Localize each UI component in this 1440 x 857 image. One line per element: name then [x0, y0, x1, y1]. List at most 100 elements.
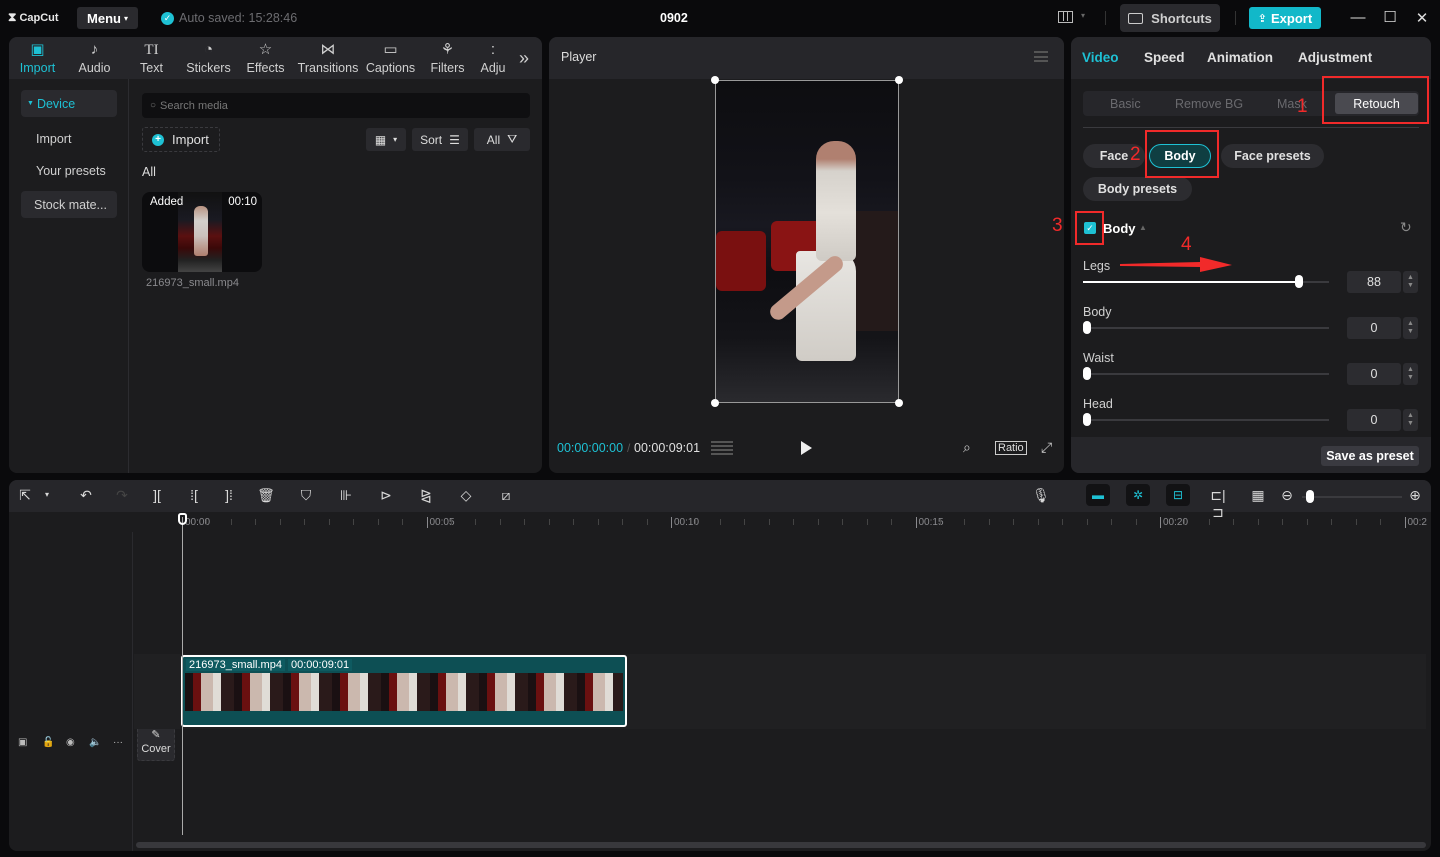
rotate-icon[interactable]: ◇ [456, 487, 476, 504]
resize-handle[interactable] [711, 399, 719, 407]
main-track-magnet-icon[interactable]: ▬ [1086, 484, 1110, 506]
reverse-icon[interactable]: ⊳ [376, 487, 396, 504]
horizontal-scrollbar[interactable] [136, 842, 1426, 848]
minimize-icon[interactable]: — [1348, 9, 1368, 26]
zoom-out-icon[interactable]: ⊖ [1277, 487, 1297, 504]
tab-stickers[interactable]: ◔ Stickers [180, 37, 237, 79]
export-button[interactable]: ⇪ Export [1249, 7, 1321, 29]
slider-value-input[interactable]: 88 [1347, 271, 1401, 293]
media-item[interactable]: Added 00:10 [142, 192, 262, 272]
fullscreen-icon[interactable]: ⤢ [1041, 439, 1052, 456]
filter-button[interactable]: All ⛛ [474, 128, 530, 151]
tab-adjustment[interactable]: Adjustment [1298, 50, 1372, 65]
zoom-slider-knob[interactable] [1306, 490, 1314, 503]
resize-handle[interactable] [711, 76, 719, 84]
freeze-icon[interactable]: ⊪ [336, 487, 356, 504]
track-video-icon[interactable]: ▣ [18, 737, 27, 748]
subtab-remove-bg[interactable]: Remove BG [1175, 97, 1243, 111]
tab-video[interactable]: Video [1082, 50, 1119, 65]
marker-icon[interactable]: ⛉ [296, 487, 316, 504]
mirror-icon[interactable]: ⧎ [416, 487, 436, 504]
timeline-ruler[interactable]: 00:00 00:05 00:10 00:15 00:20 00:2 [9, 512, 1431, 532]
slider-knob[interactable] [1083, 367, 1091, 380]
slider-knob[interactable] [1083, 413, 1091, 426]
linkage-icon[interactable]: ⊟ [1166, 484, 1190, 506]
slider-body[interactable] [1083, 321, 1329, 334]
tab-audio[interactable]: ♪ Audio [66, 37, 123, 79]
lock-icon[interactable]: 🔓 [42, 737, 54, 748]
reset-icon[interactable]: ↻ [1400, 219, 1412, 236]
tab-filters[interactable]: ⚘ Filters [419, 37, 476, 79]
chevron-down-icon[interactable]: ▾ [37, 490, 57, 499]
more-icon[interactable]: ··· [113, 737, 123, 748]
sidebar-item-device[interactable]: ▼ Device [21, 90, 117, 117]
resize-handle[interactable] [895, 399, 903, 407]
caret-up-icon[interactable]: ▲ [1139, 223, 1147, 232]
video-preview[interactable] [715, 80, 899, 403]
menu-button[interactable]: Menu ▾ [77, 7, 138, 29]
stepper-icon[interactable]: ▲ ▼ [1403, 317, 1418, 339]
split-right-icon[interactable]: ]⁞ [219, 487, 239, 503]
zoom-in-icon[interactable]: ⊕ [1405, 487, 1425, 504]
tab-transitions[interactable]: ⋈ Transitions [294, 37, 362, 79]
undo-icon[interactable]: ↶ [76, 487, 96, 504]
slider-waist[interactable] [1083, 367, 1329, 380]
pill-body-presets[interactable]: Body presets [1083, 177, 1192, 201]
timeline-view-icon[interactable] [711, 441, 733, 456]
select-cursor-icon[interactable]: ⇱ [15, 487, 35, 504]
subtab-basic[interactable]: Basic [1110, 97, 1141, 111]
playhead[interactable] [182, 517, 183, 835]
resize-handle[interactable] [895, 76, 903, 84]
tab-captions[interactable]: ▭ Captions [362, 37, 419, 79]
track-header: ▣ 🔓 ◉ 🔈 ··· ✎ Cover [9, 532, 175, 851]
ruler-zoom-icon[interactable]: ▦ [1248, 487, 1268, 504]
sort-button[interactable]: Sort ☰ [412, 128, 468, 151]
tab-import[interactable]: ▣ Import [9, 37, 66, 79]
ratio-button[interactable]: Ratio [995, 441, 1027, 455]
split-left-icon[interactable]: ⁞[ [184, 487, 204, 503]
tab-animation[interactable]: Animation [1207, 50, 1273, 65]
menu-icon[interactable] [1034, 51, 1048, 62]
slider-knob[interactable] [1083, 321, 1091, 334]
microphone-icon[interactable]: 🎙 [1031, 487, 1051, 504]
stepper-icon[interactable]: ▲ ▼ [1403, 271, 1418, 293]
stepper-icon[interactable]: ▲ ▼ [1403, 409, 1418, 431]
tab-speed[interactable]: Speed [1144, 50, 1185, 65]
zoom-slider[interactable] [1302, 496, 1402, 498]
view-mode-button[interactable]: ▦ ▾ [366, 128, 406, 151]
tab-adjustment[interactable]: : Adju [476, 37, 510, 79]
redo-icon[interactable]: ↷ [112, 487, 132, 504]
crop-icon[interactable]: ⧄ [496, 487, 516, 504]
save-as-preset-button[interactable]: Save as preset [1321, 446, 1419, 466]
slider-value-input[interactable]: 0 [1347, 409, 1401, 431]
stepper-icon[interactable]: ▲ ▼ [1403, 363, 1418, 385]
slider-knob[interactable] [1295, 275, 1304, 288]
slider-value-input[interactable]: 0 [1347, 363, 1401, 385]
zoom-preview-icon[interactable]: ⌕ [963, 439, 971, 456]
tab-text[interactable]: TI Text [123, 37, 180, 79]
import-button[interactable]: + Import [142, 127, 220, 152]
layout-dropdown-icon[interactable]: ▾ [1081, 11, 1085, 20]
split-icon[interactable]: ][ [147, 487, 167, 503]
sidebar-item-stock-materials[interactable]: Stock mate... [21, 191, 117, 218]
delete-icon[interactable]: 🗑 [256, 487, 276, 504]
auto-snap-icon[interactable]: ✲ [1126, 484, 1150, 506]
eye-icon[interactable]: ◉ [66, 737, 75, 748]
slider-value-input[interactable]: 0 [1347, 317, 1401, 339]
layout-icon[interactable] [1058, 11, 1073, 23]
sidebar-item-import[interactable]: Import [21, 125, 117, 152]
slider-head[interactable] [1083, 413, 1329, 426]
tab-effects[interactable]: ☆ Effects [237, 37, 294, 79]
maximize-icon[interactable]: ☐ [1380, 8, 1400, 26]
video-clip[interactable]: 216973_small.mp4 00:00:09:01 [181, 655, 627, 727]
close-icon[interactable]: ✕ [1412, 9, 1432, 27]
volume-icon[interactable]: 🔈 [89, 737, 101, 748]
slider-legs[interactable] [1083, 275, 1329, 288]
shortcuts-button[interactable]: Shortcuts [1120, 4, 1220, 32]
more-tabs-icon[interactable]: » [510, 37, 538, 79]
sidebar-item-your-presets[interactable]: Your presets [21, 157, 117, 184]
pill-face-presets[interactable]: Face presets [1221, 144, 1324, 168]
play-icon[interactable] [801, 441, 812, 455]
search-media-input[interactable]: ○ Search media [142, 93, 530, 118]
playhead-handle[interactable] [178, 513, 187, 525]
